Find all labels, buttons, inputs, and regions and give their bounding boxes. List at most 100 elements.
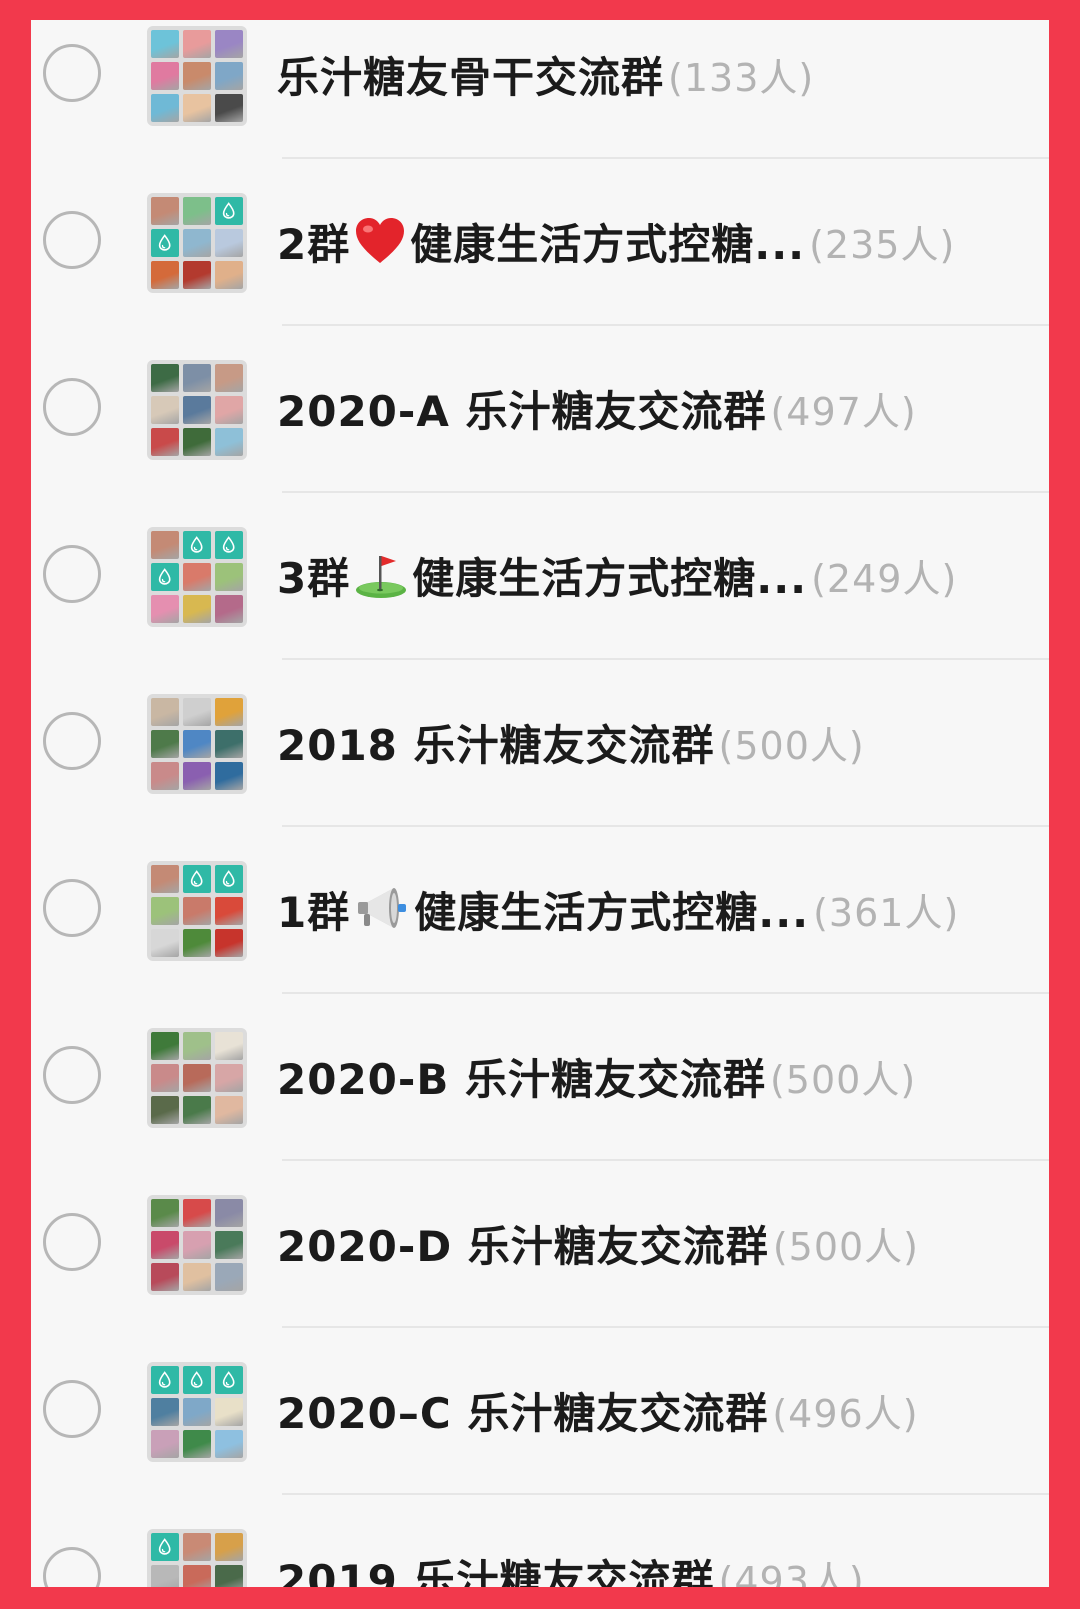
group-avatar — [147, 193, 247, 293]
select-radio[interactable] — [43, 1547, 101, 1587]
member-avatar — [215, 1398, 243, 1426]
member-avatar — [151, 897, 179, 925]
group-name: 2群 — [277, 219, 351, 269]
member-avatar — [215, 1430, 243, 1458]
member-avatar — [215, 1597, 243, 1609]
member-avatar — [151, 1398, 179, 1426]
group-title: 2018 乐汁糖友交流群 (500人) — [277, 712, 865, 772]
member-avatar — [183, 563, 211, 591]
member-count: (133人) — [668, 55, 815, 100]
member-avatar — [183, 929, 211, 957]
group-name: 2018 乐汁糖友交流群 — [277, 720, 715, 770]
member-avatar — [215, 730, 243, 758]
member-count: (235人) — [809, 222, 956, 267]
member-count: (500人) — [772, 1224, 919, 1269]
member-avatar — [183, 94, 211, 122]
group-title: 2019 乐汁糖友交流群 (493人) — [277, 1547, 865, 1588]
member-avatar — [183, 1597, 211, 1609]
member-avatar — [215, 396, 243, 424]
group-row[interactable]: 2018 乐汁糖友交流群 (500人) — [31, 660, 1049, 827]
group-avatar — [147, 527, 247, 627]
group-name-suffix: 健康生活方式控糖... — [410, 219, 806, 269]
member-avatar — [151, 1199, 179, 1227]
member-count: (361人) — [813, 890, 960, 935]
group-row[interactable]: 2020-A 乐汁糖友交流群 (497人) — [31, 326, 1049, 493]
member-avatar — [151, 1597, 179, 1609]
member-avatar — [215, 897, 243, 925]
member-avatar — [215, 1533, 243, 1561]
member-avatar — [215, 1096, 243, 1124]
group-title: 2020–C 乐汁糖友交流群 (496人) — [277, 1380, 919, 1440]
water-drop-icon — [151, 1533, 179, 1561]
group-title: 2020-D 乐汁糖友交流群 (500人) — [277, 1213, 919, 1273]
group-avatar — [147, 1195, 247, 1295]
group-list: 乐汁糖友骨干交流群 (133人) 2群 健康生活方式控糖... (235人) 2020-A… — [31, 20, 1049, 1609]
water-drop-icon — [183, 865, 211, 893]
group-name: 乐汁糖友骨干交流群 — [277, 52, 665, 102]
member-avatar — [183, 1430, 211, 1458]
member-avatar — [215, 1565, 243, 1587]
member-count: (249人) — [811, 556, 958, 601]
member-avatar — [183, 698, 211, 726]
member-avatar — [151, 762, 179, 790]
member-avatar — [151, 1032, 179, 1060]
member-avatar — [151, 261, 179, 289]
select-radio[interactable] — [43, 211, 101, 269]
group-row[interactable]: 2019 乐汁糖友交流群 (493人) — [31, 1495, 1049, 1609]
group-title: 2群 健康生活方式控糖... (235人) — [277, 211, 955, 271]
select-radio[interactable] — [43, 378, 101, 436]
member-avatar — [183, 229, 211, 257]
member-avatar — [183, 595, 211, 623]
member-avatar — [183, 364, 211, 392]
member-avatar — [151, 62, 179, 90]
member-avatar — [215, 62, 243, 90]
member-avatar — [151, 531, 179, 559]
group-row[interactable]: 2020-B 乐汁糖友交流群 (500人) — [31, 994, 1049, 1161]
member-count: (496人) — [772, 1391, 919, 1436]
group-row[interactable]: 1群 健康生活方式控糖... (361人) — [31, 827, 1049, 994]
member-avatar — [215, 94, 243, 122]
group-avatar — [147, 26, 247, 126]
member-avatar — [183, 197, 211, 225]
select-radio[interactable] — [43, 1213, 101, 1271]
member-avatar — [183, 1263, 211, 1291]
group-row[interactable]: 3群 健康生活方式控糖... (249人) — [31, 493, 1049, 660]
water-drop-icon — [183, 531, 211, 559]
member-avatar — [183, 1398, 211, 1426]
group-row[interactable]: 乐汁糖友骨干交流群 (133人) — [31, 20, 1049, 159]
member-avatar — [183, 1231, 211, 1259]
golf-icon — [354, 550, 408, 600]
member-avatar — [183, 62, 211, 90]
select-radio[interactable] — [43, 712, 101, 770]
member-avatar — [215, 595, 243, 623]
group-row[interactable]: 2020-D 乐汁糖友交流群 (500人) — [31, 1161, 1049, 1328]
member-avatar — [215, 929, 243, 957]
member-avatar — [183, 1199, 211, 1227]
group-avatar — [147, 1362, 247, 1462]
member-avatar — [151, 1096, 179, 1124]
group-name: 2020-D 乐汁糖友交流群 — [277, 1221, 769, 1271]
water-drop-icon — [151, 1366, 179, 1394]
member-avatar — [183, 730, 211, 758]
member-avatar — [183, 396, 211, 424]
member-avatar — [151, 1231, 179, 1259]
group-avatar — [147, 694, 247, 794]
member-avatar — [151, 595, 179, 623]
select-radio[interactable] — [43, 1380, 101, 1438]
member-avatar — [183, 1565, 211, 1587]
select-radio[interactable] — [43, 545, 101, 603]
group-row[interactable]: 2群 健康生活方式控糖... (235人) — [31, 159, 1049, 326]
group-avatar — [147, 1028, 247, 1128]
member-avatar — [215, 698, 243, 726]
water-drop-icon — [215, 531, 243, 559]
water-drop-icon — [151, 563, 179, 591]
water-drop-icon — [151, 229, 179, 257]
group-row[interactable]: 2020–C 乐汁糖友交流群 (496人) — [31, 1328, 1049, 1495]
select-radio[interactable] — [43, 44, 101, 102]
select-radio[interactable] — [43, 1046, 101, 1104]
group-name: 2020-B 乐汁糖友交流群 — [277, 1054, 766, 1104]
group-name-suffix: 健康生活方式控糖... — [414, 887, 810, 937]
select-radio[interactable] — [43, 879, 101, 937]
member-avatar — [215, 1231, 243, 1259]
member-avatar — [215, 30, 243, 58]
